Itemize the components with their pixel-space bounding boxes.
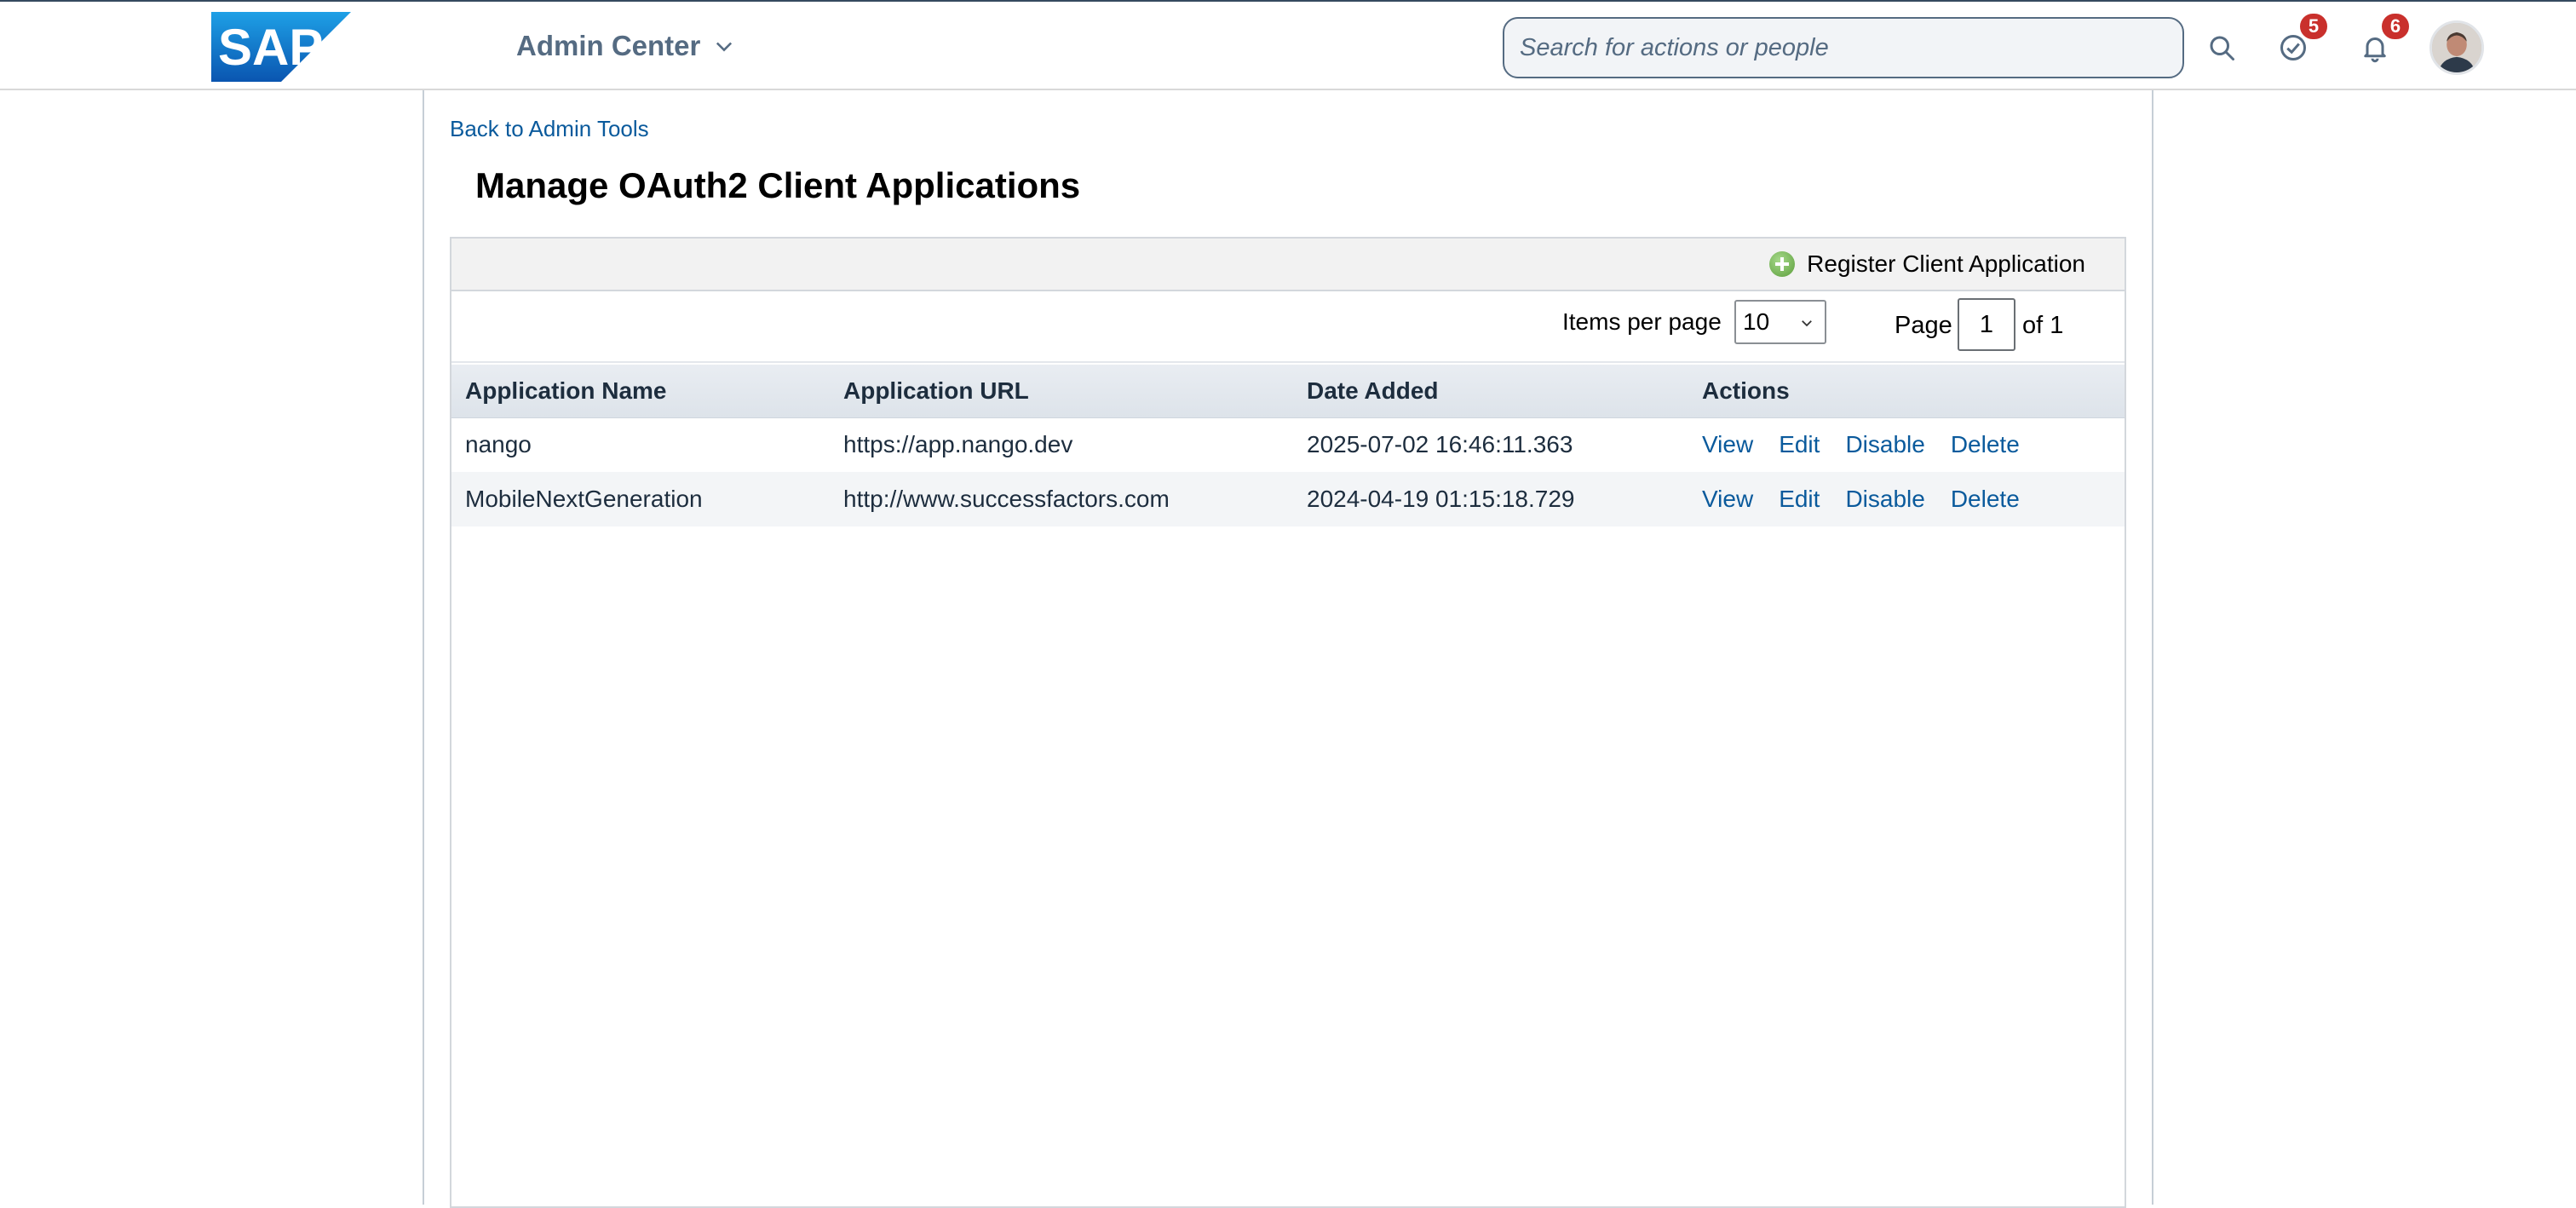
search-button[interactable] [2194, 20, 2249, 75]
delete-link[interactable]: Delete [1951, 431, 2020, 457]
register-client-application-button[interactable]: Register Client Application [1769, 250, 2085, 278]
app-title-menu[interactable]: Admin Center [516, 24, 736, 68]
cell-application-url: http://www.successfactors.com [830, 472, 1293, 526]
app-title-label: Admin Center [516, 30, 701, 61]
column-header-application-name: Application Name [451, 365, 830, 418]
column-header-actions: Actions [1688, 365, 2125, 418]
notifications-badge: 6 [2380, 12, 2411, 41]
search-input[interactable] [1503, 17, 2184, 78]
panel-toolbar: Register Client Application [451, 239, 2125, 291]
page-title: Manage OAuth2 Client Applications [475, 165, 1081, 205]
column-header-date-added: Date Added [1293, 365, 1688, 418]
user-avatar[interactable] [2429, 20, 2484, 75]
register-label: Register Client Application [1807, 250, 2085, 277]
chevron-down-icon [716, 42, 733, 52]
applications-table: Application Name Application URL Date Ad… [451, 365, 2125, 526]
shell-header: SAP Admin Center 5 6 [0, 0, 2576, 90]
page-number-input[interactable] [1958, 298, 2015, 351]
add-circle-icon [1769, 251, 1796, 277]
table-row: MobileNextGeneration http://www.successf… [451, 472, 2125, 526]
svg-text:SAP: SAP [218, 19, 323, 76]
delete-link[interactable]: Delete [1951, 486, 2020, 512]
cell-application-url: https://app.nango.dev [843, 431, 1073, 458]
page-label: Page [1895, 312, 1952, 339]
cell-actions: View Edit Disable Delete [1688, 417, 2125, 472]
cell-application-name: nango [465, 431, 532, 458]
column-header-application-url: Application URL [830, 365, 1293, 418]
search-icon [2210, 36, 2234, 60]
view-link[interactable]: View [1702, 486, 1753, 512]
applications-panel: Register Client Application Items per pa… [450, 237, 2126, 1208]
cell-actions: View Edit Disable Delete [1688, 472, 2125, 526]
cell-date-added: 2025-07-02 16:46:11.363 [1307, 431, 1573, 458]
view-link[interactable]: View [1702, 431, 1753, 457]
items-per-page-label: Items per page [1562, 308, 1722, 335]
disable-link[interactable]: Disable [1845, 431, 1924, 457]
disable-link[interactable]: Disable [1845, 486, 1924, 512]
cell-application-name: MobileNextGeneration [451, 472, 830, 526]
content-frame: Back to Admin Tools Manage OAuth2 Client… [423, 90, 2153, 1208]
todo-badge: 5 [2298, 12, 2329, 41]
page-count-label: of 1 [2022, 312, 2064, 339]
notifications-button[interactable]: 6 [2348, 12, 2411, 75]
items-per-page-value: 10 [1743, 308, 1770, 335]
sap-logo[interactable]: SAP [211, 12, 351, 82]
table-row: nango https://app.nango.dev 2025-07-02 1… [451, 417, 2125, 472]
edit-link[interactable]: Edit [1779, 431, 1820, 457]
todo-button[interactable]: 5 [2266, 12, 2329, 75]
user-photo [2432, 23, 2481, 72]
chevron-down-icon [1802, 320, 1812, 327]
back-to-admin-tools-link[interactable]: Back to Admin Tools [450, 116, 649, 142]
items-per-page-select[interactable]: 10 [1734, 300, 1826, 344]
pager: Items per page 10 Page of 1 [451, 291, 2125, 363]
table-header-row: Application Name Application URL Date Ad… [451, 365, 2125, 418]
cell-date-added: 2024-04-19 01:15:18.729 [1293, 472, 1688, 526]
edit-link[interactable]: Edit [1779, 486, 1820, 512]
